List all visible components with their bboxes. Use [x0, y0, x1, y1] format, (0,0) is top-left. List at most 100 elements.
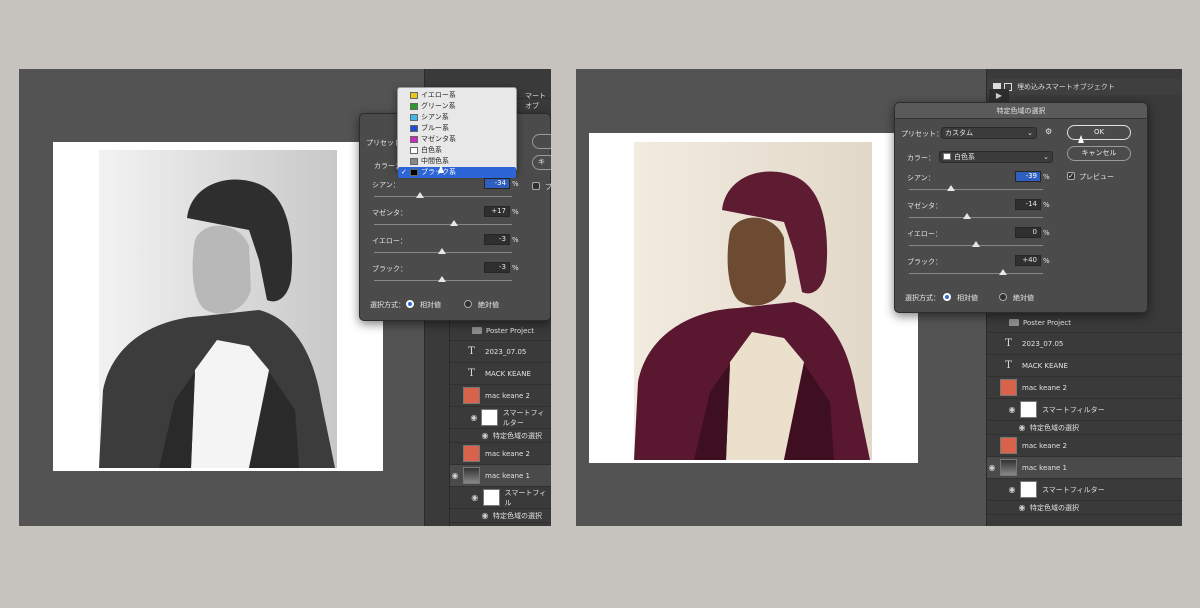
play-icon[interactable]: ▶	[989, 89, 1009, 103]
gear-icon[interactable]: ⚙	[1045, 127, 1052, 136]
slider-track[interactable]	[909, 217, 1043, 218]
layer-row[interactable]: mac keane 2	[987, 435, 1182, 457]
cancel-button[interactable]: キャンセル	[1067, 146, 1131, 161]
layer-row[interactable]: T 2023_07.05	[450, 341, 551, 363]
slider-knob[interactable]	[437, 276, 446, 282]
eye-icon[interactable]: ◉	[450, 471, 460, 480]
layer-name: 特定色域の選択	[1030, 503, 1079, 512]
layer-row[interactable]: T MACK KEANE	[450, 363, 551, 385]
layer-row[interactable]: mac keane 2	[450, 385, 551, 407]
slider-value-input[interactable]: -3	[484, 234, 510, 245]
layer-row-selected[interactable]: ◉ mac keane 1	[987, 457, 1182, 479]
folder-icon	[1009, 319, 1019, 326]
menu-item[interactable]: 白色系	[398, 145, 516, 156]
preview-checkbox[interactable]: ✓	[1067, 172, 1075, 180]
ok-button-partial[interactable]	[532, 134, 551, 149]
filter-row[interactable]: ◉ 特定色域の選択	[987, 501, 1182, 515]
layer-row[interactable]: T MACK KEANE	[987, 355, 1182, 377]
filter-mask-thumbnail	[1020, 481, 1037, 498]
eye-icon[interactable]: ◉	[987, 463, 997, 472]
slider-knob[interactable]	[415, 192, 424, 198]
eye-icon[interactable]: ◉	[480, 431, 490, 440]
menu-item[interactable]: ブルー系	[398, 123, 516, 134]
filter-row[interactable]: ◉ 特定色域の選択	[987, 421, 1182, 435]
eye-icon[interactable]: ◉	[1007, 485, 1017, 494]
layer-row[interactable]: mac keane 2	[987, 377, 1182, 399]
layer-thumbnail	[463, 445, 480, 462]
portrait-figure-icon	[634, 142, 872, 460]
menu-item[interactable]: シアン系	[398, 112, 516, 123]
relative-radio[interactable]	[406, 300, 414, 308]
slider-knob[interactable]	[972, 241, 980, 247]
canvas-document[interactable]	[53, 142, 383, 471]
menu-item[interactable]: ✓ ブラック系	[398, 167, 516, 178]
menu-item[interactable]: マゼンタ系	[398, 134, 516, 145]
eye-icon[interactable]: ◉	[1007, 405, 1017, 414]
slider-knob[interactable]	[437, 248, 446, 254]
bw-portrait-photo	[99, 150, 337, 468]
chevron-down-icon: ⌄	[1027, 129, 1033, 137]
slider-track[interactable]	[374, 196, 512, 197]
slider-knob[interactable]	[946, 185, 955, 191]
layer-row[interactable]: T 2023_07.05	[987, 333, 1182, 355]
right-screenshot: 埋め込みスマートオブジェクト ▶ Poster Project T 2023_0…	[576, 69, 1182, 526]
slider-label: シアン：	[372, 181, 400, 189]
menu-item[interactable]: グリーン系	[398, 101, 516, 112]
preview-checkbox[interactable]	[532, 182, 540, 190]
filter-row[interactable]: ◉ 特定色域の選択	[450, 429, 551, 443]
eye-icon[interactable]: ◉	[1017, 423, 1027, 432]
smart-filter-row[interactable]: ◉ スマートフィルター	[987, 399, 1182, 421]
eye-icon[interactable]: ◉	[470, 493, 480, 502]
layer-row[interactable]: mac keane 2	[450, 443, 551, 465]
slider-track[interactable]	[909, 189, 1043, 190]
slider-value-input[interactable]: -14	[1015, 199, 1041, 210]
slider-value-input[interactable]: -3	[484, 262, 510, 273]
menu-item-label: イエロー系	[421, 91, 456, 99]
preset-select[interactable]: カスタム ⌄	[941, 127, 1037, 139]
preview-label: プレビュー	[1079, 173, 1114, 181]
filter-row[interactable]: ◉ 特定色域の選択	[450, 509, 551, 523]
slider-track[interactable]	[909, 273, 1043, 274]
tinted-portrait-photo	[634, 142, 872, 460]
smart-filter-row[interactable]: ◉ スマートフィルター	[450, 407, 551, 429]
slider-value-input[interactable]: +17	[484, 206, 510, 217]
relative-radio[interactable]	[943, 293, 951, 301]
smart-filter-row[interactable]: ◉ スマートフィル	[450, 487, 551, 509]
percent-label: %	[512, 208, 519, 216]
layers-list: Poster Project T 2023_07.05 T MACK KEANE…	[986, 313, 1182, 526]
percent-label: %	[1043, 257, 1050, 265]
slider-knob[interactable]	[962, 213, 971, 219]
eye-icon[interactable]: ◉	[470, 413, 478, 422]
menu-item[interactable]: 中間色系	[398, 156, 516, 167]
layer-row-selected[interactable]: ◉ mac keane 1	[450, 465, 551, 487]
layer-group-row[interactable]: Poster Project	[987, 313, 1182, 333]
canvas-document[interactable]	[589, 133, 918, 463]
eye-icon[interactable]: ◉	[480, 511, 490, 520]
color-swatch-icon	[410, 136, 418, 143]
layer-name: mac keane 1	[1022, 463, 1068, 472]
slider-track[interactable]	[374, 224, 512, 225]
layer-name: MACK KEANE	[485, 369, 531, 378]
smart-filter-row[interactable]: ◉ スマートフィルター	[987, 479, 1182, 501]
slider-knob[interactable]	[998, 269, 1007, 275]
cancel-button-partial[interactable]: キ	[532, 155, 551, 170]
eye-icon[interactable]: ◉	[1017, 503, 1027, 512]
portrait-figure-icon	[99, 150, 337, 468]
slider-value-input[interactable]: 0	[1015, 227, 1041, 238]
absolute-radio[interactable]	[999, 293, 1007, 301]
slider-value-input[interactable]: +40	[1015, 255, 1041, 266]
color-select[interactable]: 白色系 ⌄	[939, 151, 1053, 163]
menu-item[interactable]: イエロー系	[398, 90, 516, 101]
slider-value-input[interactable]: -34	[484, 178, 510, 189]
ok-button[interactable]: OK	[1067, 125, 1131, 140]
layer-group-row[interactable]: Poster Project	[450, 321, 551, 341]
slider-label: ブラック：	[907, 258, 942, 266]
color-dropdown-menu[interactable]: イエロー系グリーン系 シアン系 ブルー系 マゼンタ系 白色系 中間色系 ✓ ブラック系	[397, 87, 517, 178]
slider-value-input[interactable]: -39	[1015, 171, 1041, 182]
slider-knob[interactable]	[450, 220, 459, 226]
smart-object-row[interactable]: 埋め込みスマートオブジェクト	[987, 79, 1182, 95]
text-layer-icon: T	[468, 368, 475, 379]
checkmark-icon: ✓	[401, 168, 407, 176]
absolute-radio[interactable]	[464, 300, 472, 308]
mouse-cursor	[1078, 135, 1084, 143]
